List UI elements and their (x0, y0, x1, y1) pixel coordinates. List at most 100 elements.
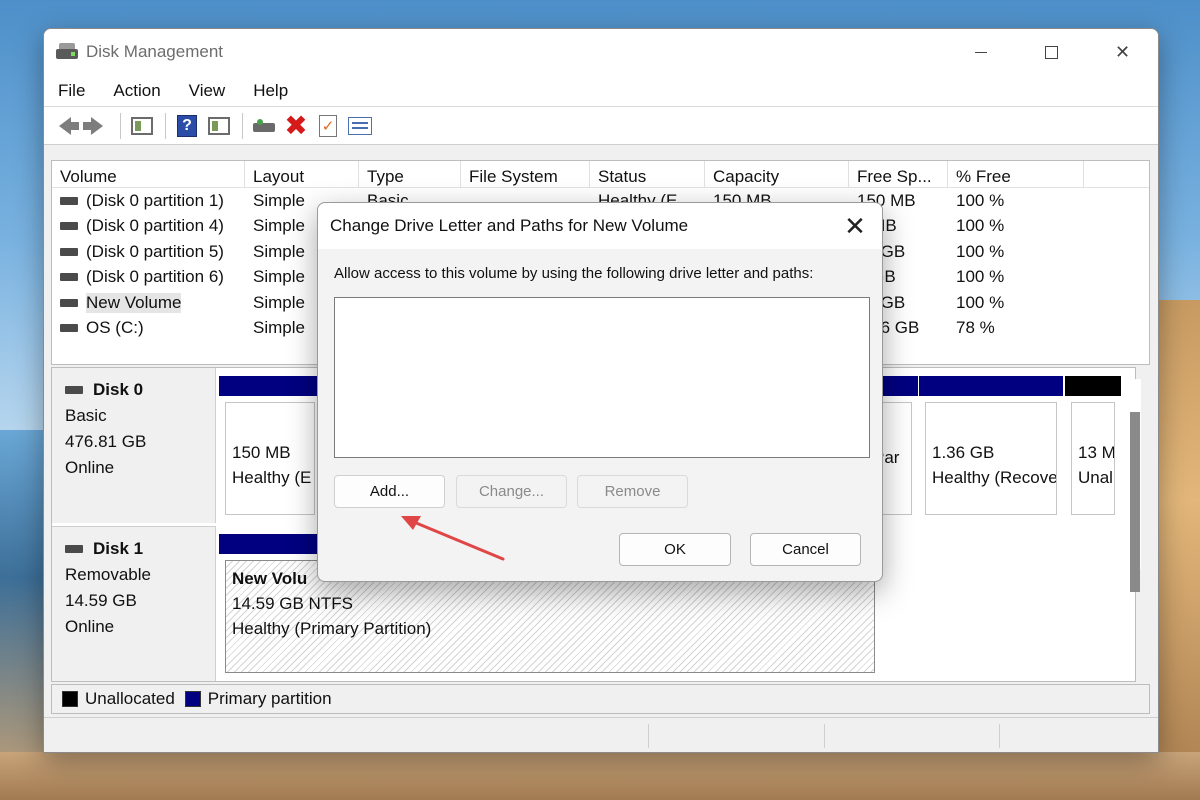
change-button[interactable]: Change... (456, 475, 567, 508)
back-button[interactable] (50, 112, 80, 140)
col-layout[interactable]: Layout (245, 161, 359, 188)
menu-action[interactable]: Action (99, 81, 174, 101)
remove-button[interactable]: Remove (577, 475, 688, 508)
volume-name: (Disk 0 partition 6) (86, 267, 224, 287)
add-button[interactable]: Add... (334, 475, 445, 508)
drive-paths-list[interactable] (334, 297, 870, 458)
disk-1-label[interactable]: Disk 1 Removable 14.59 GB Online (52, 526, 216, 681)
wallpaper-right (1158, 300, 1200, 800)
scrollbar-thumb[interactable] (1130, 412, 1140, 592)
partition-body: 1.36 GB Healthy (Recove (925, 402, 1057, 515)
volume-drive-icon (60, 222, 78, 231)
back-arrow-icon (59, 116, 79, 135)
disk-0-partition-1[interactable]: 150 MB Healthy (E (219, 376, 321, 521)
status-bar (44, 717, 1158, 752)
show-hide-button[interactable] (204, 112, 234, 140)
menu-view[interactable]: View (175, 81, 240, 101)
disk-0-partition-3[interactable]: 1.36 GB Healthy (Recove (919, 376, 1063, 521)
delete-button[interactable]: ✖ (281, 109, 311, 141)
partition-fs: 14.59 GB NTFS (232, 594, 353, 613)
toolbar-separator (242, 112, 243, 139)
delete-icon: ✖ (284, 109, 308, 141)
volume-drive-icon (60, 247, 78, 256)
partition-bar (219, 376, 321, 396)
legend-swatch (62, 691, 78, 707)
legend-swatch (184, 691, 201, 707)
connect-drive-button[interactable] (249, 112, 279, 140)
col-file-system[interactable]: File System (461, 161, 590, 188)
disk-0-kind: Basic (65, 406, 107, 425)
cancel-button[interactable]: Cancel (750, 533, 861, 566)
partition-size: 150 MB (232, 443, 291, 462)
col-percent-free[interactable]: % Free (948, 161, 1084, 188)
volume-drive-icon (60, 324, 78, 333)
title-bar[interactable]: Disk Management ✕ (44, 29, 1158, 75)
cell-volume: New Volume (52, 292, 245, 313)
volume-name: (Disk 0 partition 1) (86, 190, 224, 210)
forward-arrow-icon (83, 116, 103, 135)
col-capacity[interactable]: Capacity (705, 161, 849, 188)
list-view-icon (348, 116, 372, 135)
help-icon: ? (177, 114, 197, 137)
volume-drive-icon (60, 298, 78, 307)
dialog-title: Change Drive Letter and Paths for New Vo… (330, 216, 689, 235)
volume-name: OS (C:) (86, 318, 144, 338)
minimize-icon (974, 51, 987, 53)
toolbar-separator (165, 112, 166, 139)
dialog-close-button[interactable]: ✕ (840, 211, 870, 241)
cell-pct: 100 % (956, 216, 1005, 236)
legend-label: Unallocated (85, 689, 175, 708)
col-volume[interactable]: Volume (52, 161, 245, 188)
show-hide-icon (208, 116, 230, 135)
window-controls: ✕ (945, 29, 1158, 75)
legend-primary: Primary partition (184, 689, 332, 709)
disk-0-label[interactable]: Disk 0 Basic 476.81 GB Online (52, 368, 216, 523)
partition-status: Healthy (Primary Partition) (232, 619, 432, 638)
status-divider (999, 724, 1000, 748)
disk-1-name: Disk 1 (93, 539, 144, 558)
cell-pct: 100 % (956, 292, 1005, 312)
partition-status: Healthy (E (232, 468, 312, 487)
console-tree-button[interactable] (127, 112, 157, 140)
partition-size: 1.36 GB (932, 443, 995, 462)
properties-button[interactable]: ✓ (313, 112, 343, 140)
cell-volume: OS (C:) (52, 318, 245, 338)
minimize-button[interactable] (945, 29, 1016, 75)
maximize-icon (1045, 45, 1058, 59)
legend-label: Primary partition (207, 689, 332, 708)
cell-volume: (Disk 0 partition 6) (52, 267, 245, 287)
cell-volume: (Disk 0 partition 5) (52, 242, 245, 262)
col-type[interactable]: Type (359, 161, 461, 188)
menu-help[interactable]: Help (239, 81, 302, 101)
help-button[interactable]: ? (172, 112, 202, 140)
menu-file[interactable]: File (44, 81, 99, 101)
partition-body: 13 M Unal (1071, 402, 1115, 515)
wallpaper-bottom (0, 752, 1200, 800)
dialog-description: Allow access to this volume by using the… (334, 265, 814, 282)
list-view-button[interactable] (345, 112, 375, 140)
partition-bar (1065, 376, 1121, 396)
disk-1-state: Online (65, 617, 115, 636)
maximize-button[interactable] (1016, 29, 1087, 75)
legend: Unallocated Primary partition (51, 684, 1150, 714)
partition-bar (919, 376, 1063, 396)
volume-drive-icon (60, 196, 78, 205)
disk-area-scrollbar[interactable] (1127, 379, 1141, 592)
status-divider (648, 724, 649, 748)
close-button[interactable]: ✕ (1087, 29, 1158, 75)
cell-volume: (Disk 0 partition 1) (52, 191, 245, 211)
disk-0-unallocated[interactable]: 13 M Unal (1065, 376, 1121, 521)
partition-status: Unal (1078, 468, 1113, 487)
col-status[interactable]: Status (590, 161, 705, 188)
toolbar-separator (120, 112, 121, 139)
window-title: Disk Management (86, 42, 224, 61)
disk-icon (65, 545, 83, 553)
forward-button[interactable] (82, 112, 112, 140)
properties-icon: ✓ (319, 114, 337, 137)
ok-button[interactable]: OK (619, 533, 731, 566)
close-icon: ✕ (844, 210, 866, 241)
dialog-title-bar[interactable]: Change Drive Letter and Paths for New Vo… (318, 203, 882, 249)
cell-pct: 100 % (956, 241, 1005, 261)
col-free-space[interactable]: Free Sp... (849, 161, 948, 188)
disk-1-kind: Removable (65, 565, 151, 584)
